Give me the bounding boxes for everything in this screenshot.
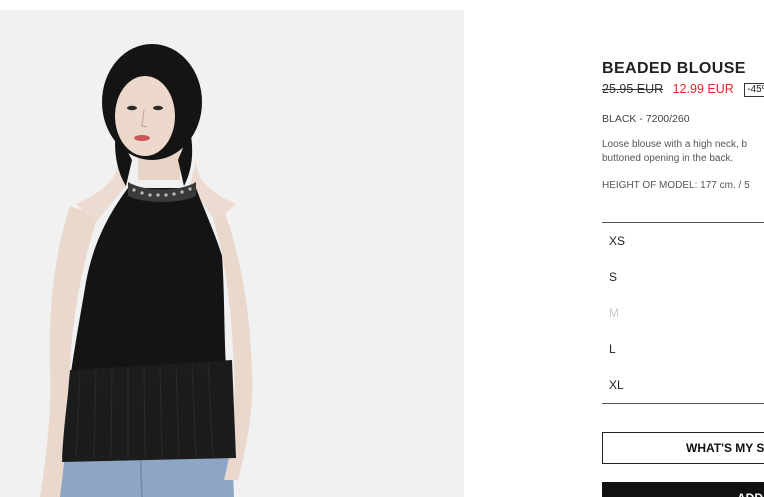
size-selector: XS S M L XL — [602, 222, 764, 404]
size-option-m[interactable]: M — [602, 295, 764, 331]
size-option-s[interactable]: S — [602, 259, 764, 295]
discount-badge: -45% — [744, 83, 764, 97]
description-line: buttoned opening in the back. — [602, 153, 734, 164]
add-to-cart-button[interactable]: ADD — [602, 482, 764, 497]
description-line: Loose blouse with a high neck, b — [602, 139, 748, 150]
product-info-panel: BEADED BLOUSE 25.95 EUR 12.99 EUR -45% B… — [602, 0, 764, 497]
product-title: BEADED BLOUSE — [602, 60, 746, 77]
size-option-xl[interactable]: XL — [602, 367, 764, 403]
color-reference: BLACK - 7200/260 — [602, 113, 690, 125]
sale-price: 12.99 EUR — [672, 82, 734, 96]
size-option-xs[interactable]: XS — [602, 223, 764, 259]
price-row: 25.95 EUR 12.99 EUR -45% — [602, 82, 764, 97]
size-option-l[interactable]: L — [602, 331, 764, 367]
product-description: Loose blouse with a high neck, b buttone… — [602, 138, 764, 166]
model-info: HEIGHT OF MODEL: 177 cm. / 5 — [602, 180, 750, 191]
product-image[interactable] — [0, 10, 464, 497]
original-price: 25.95 EUR — [602, 82, 664, 96]
whats-my-size-button[interactable]: WHAT'S MY SIZE — [602, 432, 764, 464]
